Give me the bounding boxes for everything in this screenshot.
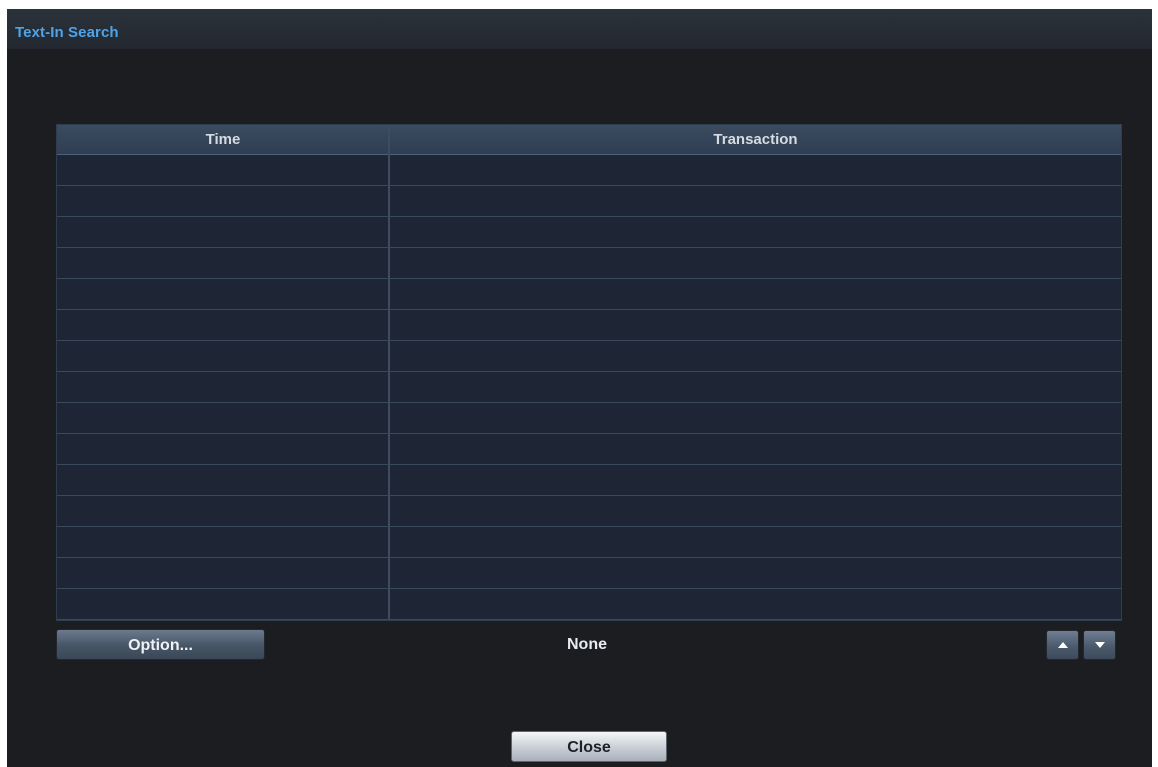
cell-time [57, 465, 388, 495]
table-row[interactable] [57, 217, 1121, 248]
cell-transaction [390, 558, 1121, 588]
cell-time [57, 279, 388, 309]
cell-time [57, 217, 388, 247]
table-row[interactable] [57, 434, 1121, 465]
text-in-search-window: Text-In Search Time Transaction Option..… [7, 9, 1152, 767]
table-row[interactable] [57, 341, 1121, 372]
search-status: None [567, 636, 607, 653]
cell-time [57, 248, 388, 278]
window-title: Text-In Search [15, 24, 119, 41]
cell-transaction [390, 465, 1121, 495]
cell-transaction [390, 341, 1121, 371]
table-header: Time Transaction [57, 125, 1121, 155]
column-header-time[interactable]: Time [57, 125, 389, 155]
cell-time [57, 186, 388, 216]
cell-transaction [390, 186, 1121, 216]
cell-transaction [390, 279, 1121, 309]
cell-time [57, 589, 388, 619]
scroll-up-button[interactable] [1046, 630, 1079, 660]
cell-transaction [390, 589, 1121, 619]
cell-transaction [390, 434, 1121, 464]
triangle-down-icon [1094, 642, 1105, 648]
cell-time [57, 434, 388, 464]
cell-time [57, 341, 388, 371]
scroll-down-button[interactable] [1083, 630, 1116, 660]
table-row[interactable] [57, 558, 1121, 589]
table-row[interactable] [57, 279, 1121, 310]
table-body [57, 155, 1121, 620]
cell-transaction [390, 217, 1121, 247]
cell-transaction [390, 372, 1121, 402]
column-header-transaction[interactable]: Transaction [390, 125, 1121, 155]
cell-transaction [390, 403, 1121, 433]
cell-transaction [390, 310, 1121, 340]
table-row[interactable] [57, 589, 1121, 620]
cell-time [57, 155, 388, 185]
cell-time [57, 527, 388, 557]
table-row[interactable] [57, 310, 1121, 341]
cell-time [57, 558, 388, 588]
cell-transaction [390, 496, 1121, 526]
option-button[interactable]: Option... [56, 629, 265, 660]
cell-time [57, 496, 388, 526]
cell-transaction [390, 248, 1121, 278]
title-bar: Text-In Search [7, 9, 1152, 49]
table-row[interactable] [57, 465, 1121, 496]
cell-time [57, 372, 388, 402]
cell-time [57, 310, 388, 340]
table-row[interactable] [57, 248, 1121, 279]
cell-transaction [390, 527, 1121, 557]
table-row[interactable] [57, 155, 1121, 186]
table-row[interactable] [57, 186, 1121, 217]
cell-transaction [390, 155, 1121, 185]
transaction-table: Time Transaction [56, 124, 1122, 621]
table-row[interactable] [57, 372, 1121, 403]
cell-time [57, 403, 388, 433]
table-row[interactable] [57, 527, 1121, 558]
close-button[interactable]: Close [511, 731, 667, 762]
triangle-up-icon [1057, 642, 1068, 648]
table-row[interactable] [57, 496, 1121, 527]
table-row[interactable] [57, 403, 1121, 434]
